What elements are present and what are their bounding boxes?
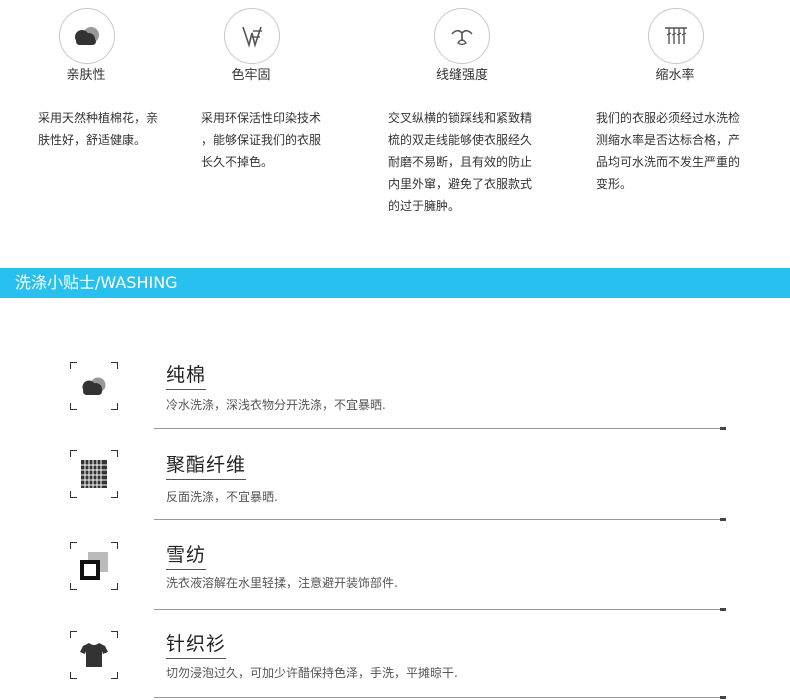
washing-banner: 洗涤小贴士/WASHING — [0, 268, 790, 298]
washing-tips-list: 纯棉 冷水洗涤，深浅衣物分开洗涤，不宜暴晒. 聚酯纤维 反面洗涤，不宜暴晒. 雪… — [0, 298, 790, 700]
tshirt-icon — [80, 643, 108, 667]
chiffon-layers-icon — [80, 552, 108, 580]
divider — [154, 518, 726, 521]
grid-fabric-icon — [81, 460, 107, 488]
icon-frame — [70, 450, 118, 498]
washing-item-description: 冷水洗涤，深浅衣物分开洗涤，不宜暴晒. — [166, 398, 386, 412]
feature-icon-circle — [434, 8, 490, 64]
divider — [154, 608, 726, 611]
washing-item-title: 针织衫 — [166, 629, 227, 659]
feature-icon-circle — [648, 8, 704, 64]
icon-frame — [70, 542, 118, 590]
cloud-icon — [75, 27, 99, 45]
divider — [154, 427, 726, 430]
icon-frame — [70, 631, 118, 679]
feature-row: 亲肤性 采用天然种植棉花，亲 肤性好，舒适健康。 色牢固 采用环保活性印染技术 … — [0, 0, 790, 240]
washing-item-description: 洗衣液溶解在水里轻揉，注意避开装饰部件. — [166, 576, 398, 590]
divider — [154, 696, 726, 699]
feature-description: 交叉纵横的锁踩线和紧致精 梳的双走线能够使衣服经久 耐磨不易断，且有效的防止 内… — [388, 111, 533, 213]
feature-title: 亲肤性 — [66, 68, 106, 83]
washing-item-knitwear: 针织衫 切勿浸泡过久，可加少许醋保持色泽，手洗，平摊晾干. — [0, 298, 790, 699]
washing-item-description: 切勿浸泡过久，可加少许醋保持色泽，手洗，平摊晾干. — [166, 666, 458, 680]
feature-title: 线缝强度 — [435, 68, 488, 83]
feature-icon-circle — [59, 8, 115, 64]
feature-description: 我们的衣服必须经过水洗检 测缩水率是否达标合格，产 品均可水洗而不发生严重的 变… — [596, 111, 741, 191]
feature-icon-circle — [224, 8, 280, 64]
shrink-icon — [665, 27, 687, 44]
feature-description: 采用环保活性印染技术 ，能够保证我们的衣服 长久不掉色。 — [201, 111, 322, 169]
seam-icon — [451, 29, 473, 46]
feature-description: 采用天然种植棉花，亲 肤性好，舒适健康。 — [38, 111, 159, 147]
washing-item-description: 反面洗涤，不宜暴晒. — [166, 490, 278, 504]
washing-item-title: 聚酯纤维 — [166, 450, 247, 480]
feature-title: 色牢固 — [231, 68, 271, 83]
dye-icon — [242, 26, 262, 48]
feature-title: 缩水率 — [655, 68, 695, 83]
washing-item-title: 雪纺 — [166, 540, 207, 570]
